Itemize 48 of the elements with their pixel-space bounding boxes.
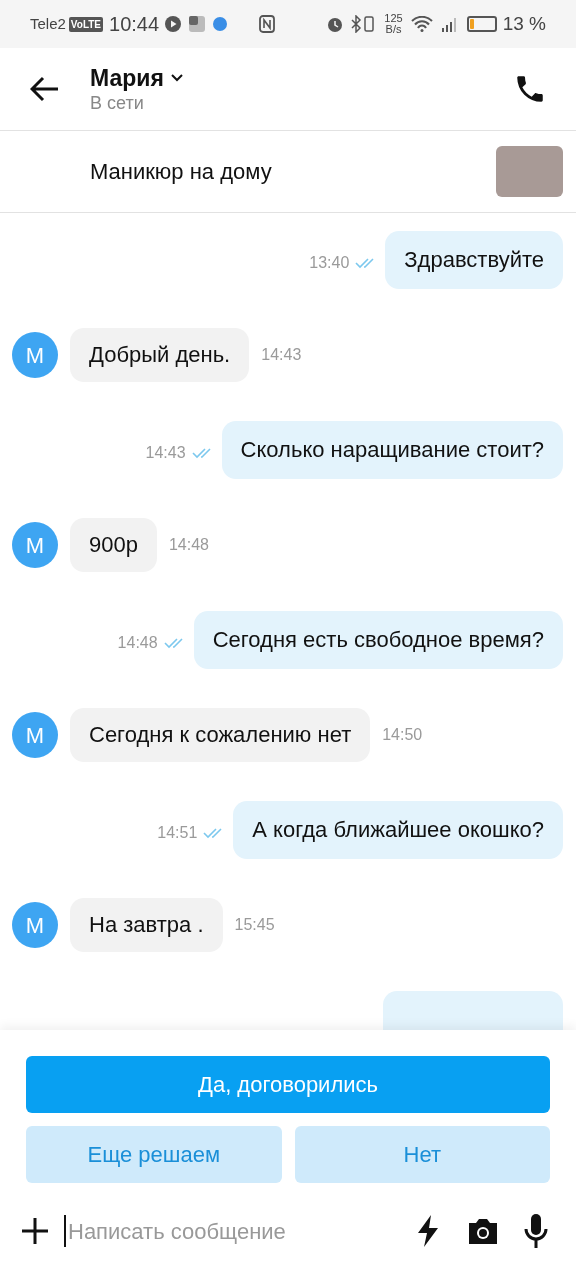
message-input[interactable]: Написать сообщение xyxy=(64,1215,406,1247)
message-bubble: А когда ближайшее окошко? xyxy=(233,801,563,859)
speed-unit: B/s xyxy=(385,24,402,35)
avatar: М xyxy=(12,332,58,378)
message-time: 14:50 xyxy=(382,725,423,745)
message-bubble: Сколько наращивание стоит? xyxy=(221,421,563,479)
message-time: 15:45 xyxy=(234,915,275,935)
alarm-icon xyxy=(326,15,345,33)
avatar: М xyxy=(12,522,58,568)
message-time: 14:51 xyxy=(157,823,198,843)
message-bubble: Здравствуйте xyxy=(385,231,563,289)
avatar: М xyxy=(12,712,58,758)
message-bubble: Сегодня к сожалению нет xyxy=(70,708,371,762)
message-time: 14:48 xyxy=(168,535,209,555)
app-icon xyxy=(189,16,206,32)
quick-reply-button[interactable]: Еще решаем xyxy=(26,1126,282,1183)
message-time: 13:40 xyxy=(309,253,350,273)
speed-value: 125 xyxy=(384,13,403,24)
battery-percent: 13 % xyxy=(502,11,546,36)
message-bubble: На завтра . xyxy=(70,898,223,952)
wifi-icon xyxy=(410,16,433,32)
camera-icon[interactable] xyxy=(466,1216,500,1246)
message-time: 14:48 xyxy=(117,633,158,653)
bluetooth-icon xyxy=(350,15,363,33)
photo-placeholder xyxy=(496,146,563,197)
contact-name[interactable]: Мария xyxy=(90,64,164,92)
clock: 10:44 xyxy=(109,12,160,37)
battery-icon xyxy=(466,16,497,32)
vibrate-icon xyxy=(364,15,375,33)
lightning-icon[interactable] xyxy=(416,1214,440,1248)
signal-icon xyxy=(440,16,459,32)
quick-reply-button[interactable]: Да, договорились xyxy=(26,1056,550,1113)
carrier-name: Tele2 xyxy=(30,13,66,34)
volte-badge: VoLTE xyxy=(68,16,104,32)
listing-bar[interactable]: Маникюр на дому xyxy=(0,130,576,213)
avatar: М xyxy=(12,902,58,948)
quick-reply-button[interactable]: Нет xyxy=(294,1126,550,1183)
listing-title: Маникюр на дому xyxy=(90,158,272,186)
nfc-icon xyxy=(259,15,276,33)
message-bubble: Сегодня есть свободное время? xyxy=(193,611,563,669)
message-time: 14:43 xyxy=(261,345,302,365)
message-bubble: 900р xyxy=(70,518,157,572)
online-status: В сети xyxy=(90,92,145,114)
message-time: 14:43 xyxy=(145,443,186,463)
microphone-icon[interactable] xyxy=(522,1213,550,1249)
play-icon xyxy=(165,16,182,32)
message-bubble: Добрый день. xyxy=(70,328,250,382)
chevron-down-icon[interactable] xyxy=(169,73,184,83)
